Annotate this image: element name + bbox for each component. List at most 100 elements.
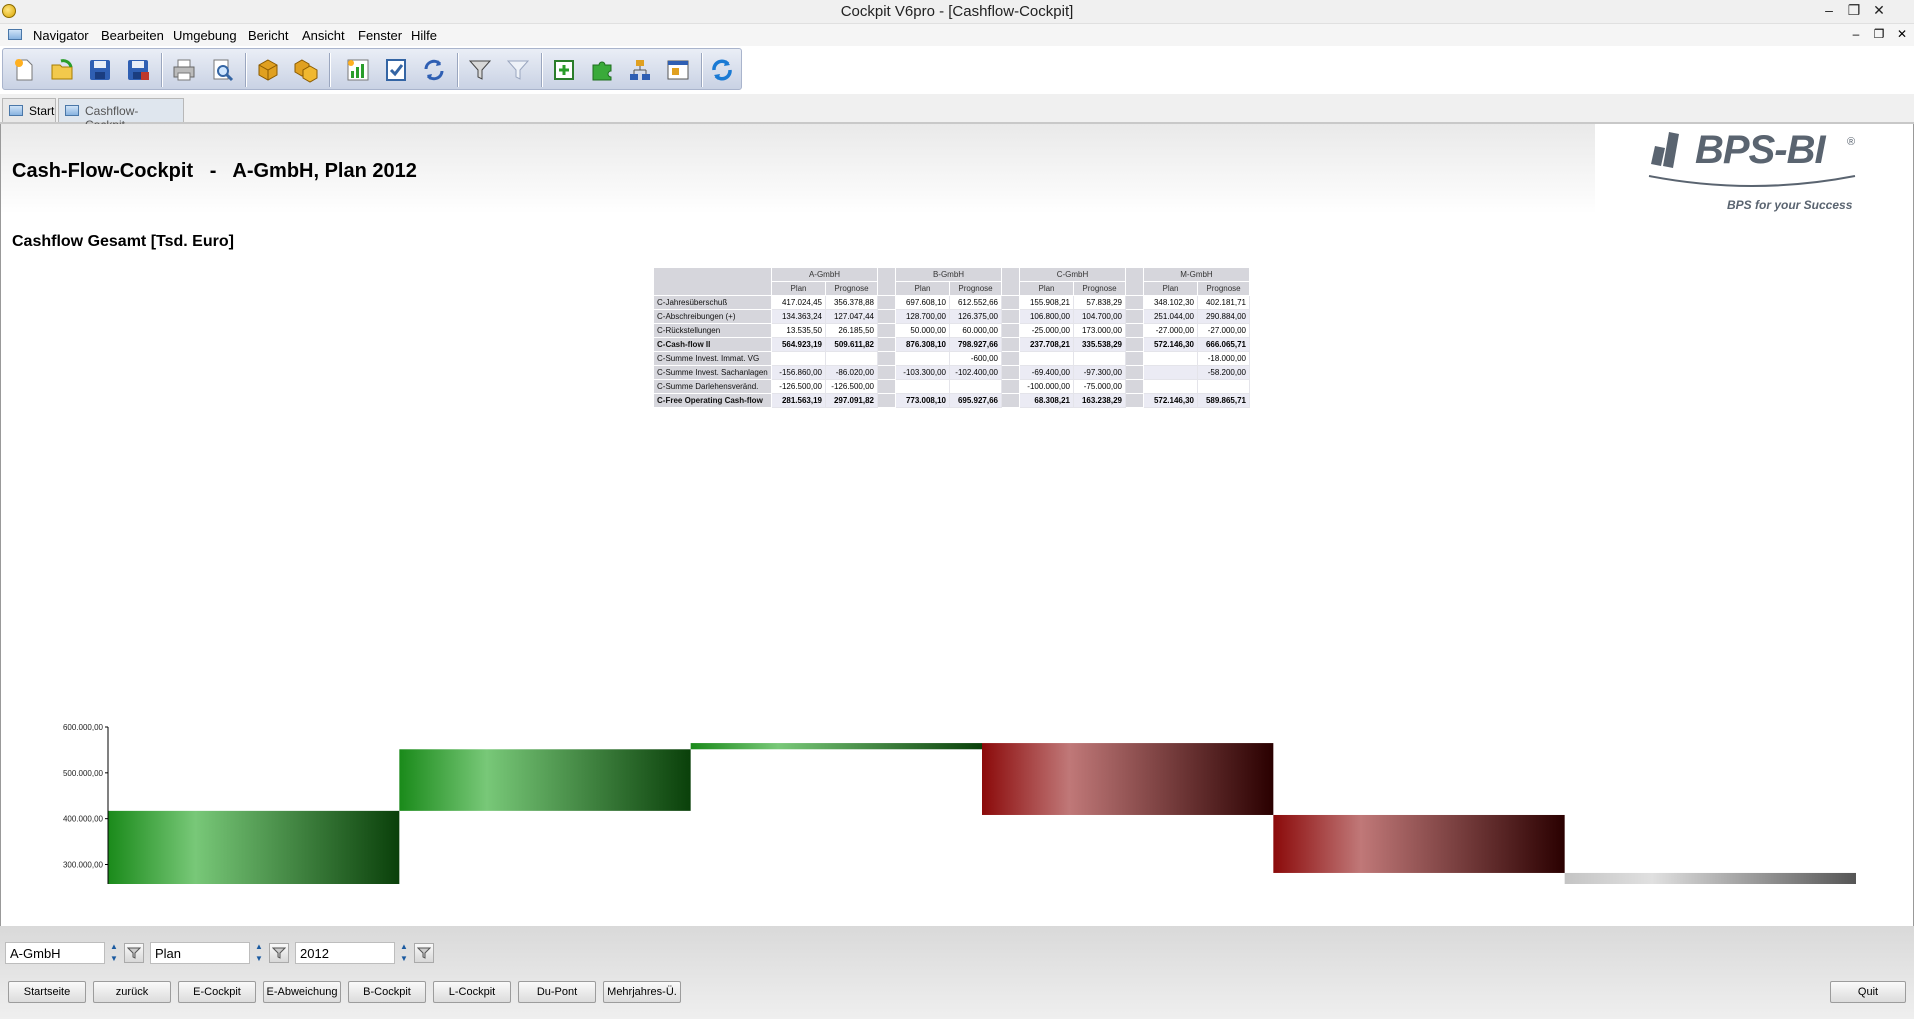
column-gap (1001, 379, 1020, 394)
filter-button[interactable] (463, 53, 497, 87)
tab-start[interactable]: Start (2, 98, 56, 122)
table-cell: 564.923,19 (771, 337, 826, 352)
chart-wizard-button[interactable] (341, 53, 375, 87)
mdi-minimize-button[interactable]: – (1848, 27, 1864, 41)
cashflow-table: A-GmbH B-GmbH C-GmbH M-GmbH Plan Prognose… (653, 267, 1250, 408)
mdi-restore-button[interactable]: ❐ (1871, 27, 1887, 41)
minimize-button[interactable]: – (1818, 2, 1840, 18)
close-button[interactable]: ✕ (1868, 2, 1890, 19)
menu-hilfe[interactable]: Hilfe (411, 28, 437, 43)
menu-bericht[interactable]: Bericht (248, 28, 288, 43)
document-icon[interactable] (8, 29, 22, 40)
company-header: C-GmbH (1019, 267, 1126, 282)
table-cell: 281.563,19 (771, 393, 826, 408)
subheader-prognose: Prognose (949, 281, 1002, 296)
zurueck-button[interactable]: zurück (93, 981, 171, 1003)
logo-registered: ® (1847, 136, 1856, 148)
quit-button[interactable]: Quit (1830, 981, 1906, 1003)
spin-up-icon[interactable]: ▲ (252, 942, 266, 952)
menu-ansicht[interactable]: Ansicht (302, 28, 345, 43)
company-filter-button[interactable] (124, 943, 144, 963)
hierarchy-button[interactable] (623, 53, 657, 87)
startseite-button[interactable]: Startseite (8, 981, 86, 1003)
table-cell: -600,00 (949, 351, 1002, 366)
cube-button[interactable] (251, 53, 285, 87)
b-cockpit-button[interactable]: B-Cockpit (348, 981, 426, 1003)
menu-bearbeiten[interactable]: Bearbeiten (101, 28, 164, 43)
print-button[interactable] (167, 53, 201, 87)
column-gap (877, 309, 896, 324)
spin-down-icon[interactable]: ▼ (397, 954, 411, 964)
cube-multi-icon (294, 59, 318, 83)
scenario-filter-button[interactable] (269, 943, 289, 963)
mdi-close-button[interactable]: ✕ (1894, 27, 1910, 41)
refresh-button[interactable] (705, 53, 739, 87)
table-cell: 335.538,29 (1073, 337, 1126, 352)
row-label: C-Jahresüberschuß (653, 295, 772, 310)
restore-button[interactable]: ❐ (1843, 2, 1865, 19)
cube-multi-button[interactable] (289, 53, 323, 87)
table-cell: -97.300,00 (1073, 365, 1126, 380)
company-field[interactable]: A-GmbH (5, 942, 105, 964)
column-gap (1125, 309, 1144, 324)
filter-icon (272, 947, 286, 959)
menu-navigator[interactable]: Navigator (33, 28, 89, 43)
year-spinner[interactable]: ▲ ▼ (397, 942, 411, 964)
table-cell: -25.000,00 (1019, 323, 1074, 338)
open-button[interactable] (45, 53, 79, 87)
bottom-controls: A-GmbH ▲ ▼ Plan ▲ ▼ 2012 ▲ ▼ Startseite zur… (0, 926, 1914, 1019)
table-cell: 695.927,66 (949, 393, 1002, 408)
table-cell: -126.500,00 (771, 379, 826, 394)
table-cell: 773.008,10 (895, 393, 950, 408)
chart-bar (1564, 872, 1856, 884)
mehrjahres-button[interactable]: Mehrjahres-Ü. (603, 981, 681, 1003)
toolbar-separator (329, 53, 331, 87)
row-label: C-Free Operating Cash-flow (653, 393, 772, 408)
sync-button[interactable] (417, 53, 451, 87)
company-spinner[interactable]: ▲ ▼ (107, 942, 121, 964)
menu-fenster[interactable]: Fenster (358, 28, 402, 43)
table-cell: 572.146,30 (1143, 337, 1198, 352)
puzzle-button[interactable] (585, 53, 619, 87)
year-field[interactable]: 2012 (295, 942, 395, 964)
save-as-button[interactable] (121, 53, 155, 87)
spin-up-icon[interactable]: ▲ (397, 942, 411, 952)
add-element-button[interactable] (547, 53, 581, 87)
menu-umgebung[interactable]: Umgebung (173, 28, 237, 43)
table-cell: 163.238,29 (1073, 393, 1126, 408)
tab-cashflow-cockpit[interactable]: Cashflow-Cockpit (58, 98, 184, 132)
column-gap (877, 379, 896, 394)
logo-mark-icon (1651, 132, 1679, 168)
e-cockpit-button[interactable]: E-Cockpit (178, 981, 256, 1003)
print-preview-button[interactable] (205, 53, 239, 87)
spin-down-icon[interactable]: ▼ (107, 954, 121, 964)
column-gap (1125, 337, 1144, 352)
column-gap (1001, 365, 1020, 380)
cockpit-tab-icon (65, 105, 79, 116)
table-cell: 26.185,50 (825, 323, 878, 338)
subheader-plan: Plan (1143, 281, 1198, 296)
spin-up-icon[interactable]: ▲ (107, 942, 121, 952)
toolbar-separator (161, 53, 163, 87)
save-button[interactable] (83, 53, 117, 87)
toolbar-separator (457, 53, 459, 87)
e-abweichung-button[interactable]: E-Abweichung (263, 981, 341, 1003)
table-cell (1073, 351, 1126, 366)
table-cell: 134.363,24 (771, 309, 826, 324)
scenario-spinner[interactable]: ▲ ▼ (252, 942, 266, 964)
spin-down-icon[interactable]: ▼ (252, 954, 266, 964)
new-button[interactable] (7, 53, 41, 87)
subheader-plan: Plan (1019, 281, 1074, 296)
table-row: C-Summe Invest. Immat. VG -600,00 -18.000,… (653, 351, 1250, 366)
logo-tagline: BPS for your Success (1727, 198, 1853, 212)
checklist-button[interactable] (379, 53, 413, 87)
du-pont-button[interactable]: Du-Pont (518, 981, 596, 1003)
l-cockpit-button[interactable]: L-Cockpit (433, 981, 511, 1003)
filter-clear-button[interactable] (501, 53, 535, 87)
chart-bars (108, 743, 1856, 884)
table-cell (949, 379, 1002, 394)
year-filter-button[interactable] (414, 943, 434, 963)
scenario-field[interactable]: Plan (150, 942, 250, 964)
properties-button[interactable] (661, 53, 695, 87)
y-tick-label: 600.000,00 (63, 723, 104, 732)
